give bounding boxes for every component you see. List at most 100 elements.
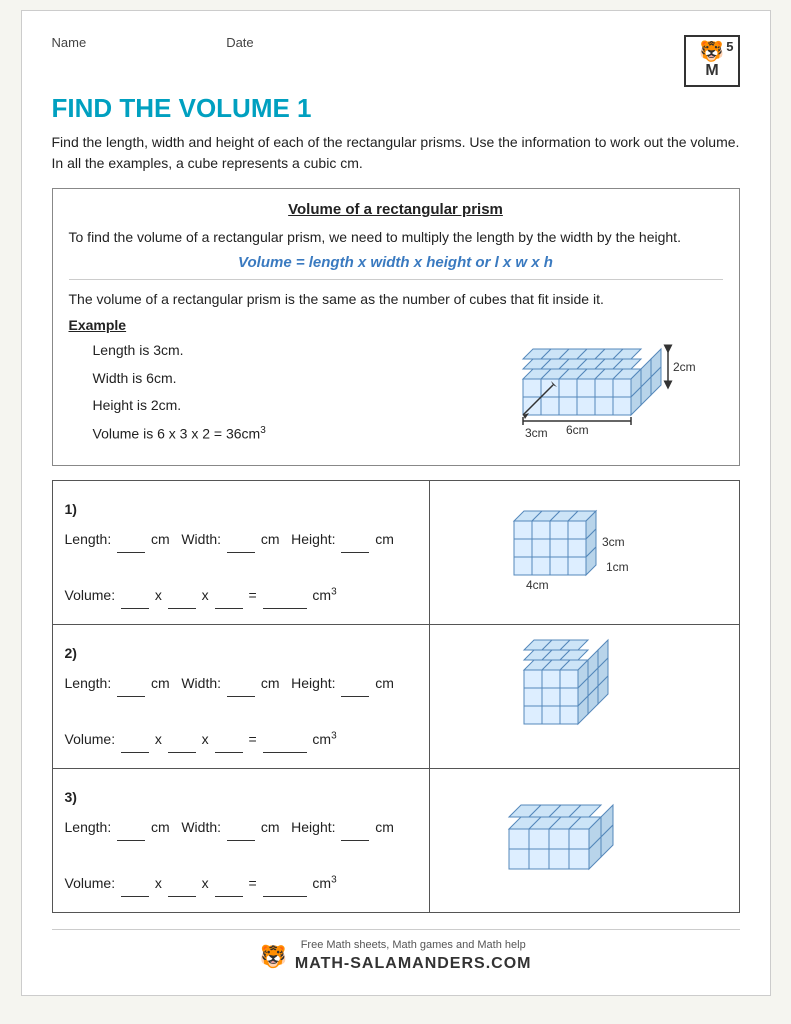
formula: Volume = length x width x height or l x … [69,254,723,271]
problem-1-volume: Volume: x x = cm3 [65,581,418,609]
cm-3a: cm [151,819,170,835]
vol-blank-2c[interactable] [215,752,243,753]
vol-eq-3: = [248,875,260,891]
vol-blank-3b[interactable] [168,896,196,897]
example-prism-diagram: 2cm 6cm 3cm [503,319,723,449]
height-blank-1[interactable] [341,552,369,553]
height-label-1: Height: [291,531,335,547]
problem-3-prism [484,779,684,899]
length-blank-2[interactable] [117,696,145,697]
footer-tagline: Free Math sheets, Math games and Math he… [295,938,532,953]
svg-text:6cm: 6cm [566,423,589,437]
height-blank-2[interactable] [341,696,369,697]
svg-text:3cm: 3cm [525,426,548,440]
date-label: Date [226,35,253,50]
vol-blank-2a[interactable] [121,752,149,753]
problems-table: 1) Length: cm Width: cm Height: cm [52,480,740,913]
example-text: Example Length is 3cm. Width is 6cm. Hei… [69,317,503,451]
example-width: Width is 6cm. [69,367,503,391]
vol-x-3a: x [155,875,166,891]
intro-text: Find the length, width and height of eac… [52,132,740,174]
width-blank-3[interactable] [227,840,255,841]
problem-2-left: 2) Length: cm Width: cm Height: cm [52,624,430,768]
cm-2a: cm [151,675,170,691]
vol-cm3-1: cm3 [312,587,336,603]
vol-blank-2d[interactable] [263,752,307,753]
header: Name Date 5 🐯 M [52,35,740,87]
vol-blank-3a[interactable] [121,896,149,897]
example-volume: Volume is 6 x 3 x 2 = 36cm3 [69,422,503,446]
logo-box: 5 🐯 M [684,35,740,87]
cm-3c: cm [375,819,394,835]
problem-1-dimensions: Length: cm Width: cm Height: cm [65,525,418,553]
vol-blank-2b[interactable] [168,752,196,753]
name-date-row: Name Date [52,35,254,50]
info-box-title: Volume of a rectangular prism [69,201,723,218]
logo-number: 5 [726,39,733,54]
footer-text-block: Free Math sheets, Math games and Math he… [295,938,532,976]
problem-1-left: 1) Length: cm Width: cm Height: cm [52,480,430,624]
length-blank-3[interactable] [117,840,145,841]
width-blank-2[interactable] [227,696,255,697]
logo-letter: M [705,62,717,80]
length-label-3: Length: [65,819,112,835]
footer-logo: 🐯 Free Math sheets, Math games and Math … [52,938,740,976]
cube-note: The volume of a rectangular prism is the… [69,279,723,310]
problem-1-number: 1) [65,495,418,523]
cm-1a: cm [151,531,170,547]
length-label-1: Length: [65,531,112,547]
svg-text:2cm: 2cm [673,360,696,374]
problem-row-2: 2) Length: cm Width: cm Height: cm [52,624,739,768]
footer-tiger-icon: 🐯 [260,944,287,970]
problem-2-number: 2) [65,639,418,667]
volume-label-2: Volume: [65,731,116,747]
problem-1-prism: 3cm 4cm 1cm [484,491,684,611]
width-blank-1[interactable] [227,552,255,553]
cm-3b: cm [261,819,280,835]
svg-text:1cm: 1cm [606,560,629,574]
footer-site: MATH-SALAMANDERS.COM [295,953,532,975]
info-box: Volume of a rectangular prism To find th… [52,188,740,466]
name-label: Name [52,35,87,50]
cm-1c: cm [375,531,394,547]
vol-cm3-3: cm3 [312,875,336,891]
example-height: Height is 2cm. [69,394,503,418]
problem-3-right [430,768,739,912]
example-label: Example [69,317,503,333]
problem-2-prism [484,635,684,755]
cm-2b: cm [261,675,280,691]
vol-blank-1b[interactable] [168,608,196,609]
height-label-3: Height: [291,819,335,835]
logo-tiger-icon: 🐯 [699,42,724,62]
vol-x-1a: x [155,587,166,603]
volume-label-3: Volume: [65,875,116,891]
svg-text:3cm: 3cm [602,535,625,549]
vol-blank-1d[interactable] [263,608,307,609]
problem-2-dimensions: Length: cm Width: cm Height: cm [65,669,418,697]
problem-3-volume: Volume: x x = cm3 [65,869,418,897]
vol-x-1b: x [202,587,213,603]
width-label-1: Width: [181,531,221,547]
example-section: Example Length is 3cm. Width is 6cm. Hei… [69,317,723,451]
height-blank-3[interactable] [341,840,369,841]
length-label-2: Length: [65,675,112,691]
worksheet-page: Name Date 5 🐯 M FIND THE VOLUME 1 Find t… [21,10,771,996]
vol-blank-3d[interactable] [263,896,307,897]
vol-blank-1c[interactable] [215,608,243,609]
problem-2-right [430,624,739,768]
page-title: FIND THE VOLUME 1 [52,93,740,124]
vol-x-2b: x [202,731,213,747]
width-label-2: Width: [181,675,221,691]
width-label-3: Width: [181,819,221,835]
vol-blank-3c[interactable] [215,896,243,897]
vol-eq-2: = [248,731,260,747]
length-blank-1[interactable] [117,552,145,553]
example-length: Length is 3cm. [69,339,503,363]
vol-cm3-2: cm3 [312,731,336,747]
cm-1b: cm [261,531,280,547]
problem-row-3: 3) Length: cm Width: cm Height: cm [52,768,739,912]
problem-3-dimensions: Length: cm Width: cm Height: cm [65,813,418,841]
vol-blank-1a[interactable] [121,608,149,609]
cm-2c: cm [375,675,394,691]
problem-3-left: 3) Length: cm Width: cm Height: cm [52,768,430,912]
